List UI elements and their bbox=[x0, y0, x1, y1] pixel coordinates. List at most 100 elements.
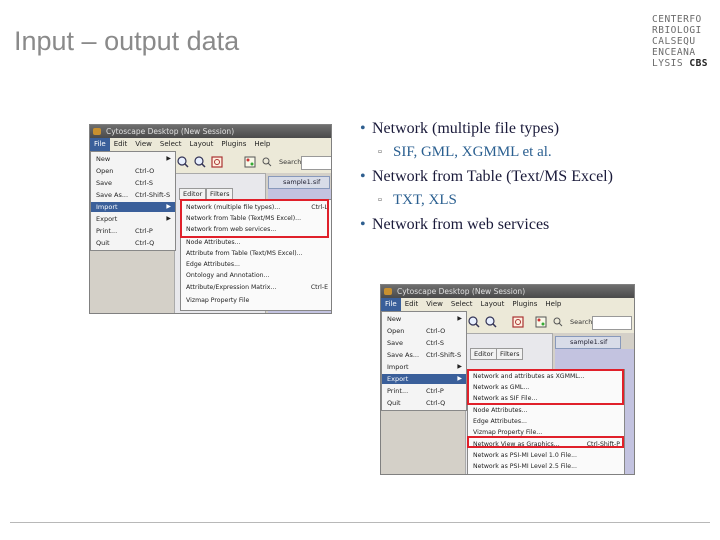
tab-editor[interactable]: Editor bbox=[470, 348, 498, 360]
submenu-item[interactable]: Vizmap Property File bbox=[181, 296, 331, 305]
network-doc-tab[interactable]: sample1.sif bbox=[268, 176, 330, 189]
menu-item-export[interactable]: Export ▶ bbox=[91, 214, 175, 224]
menu-item-save-as[interactable]: Save As... Ctrl-Shift-S bbox=[91, 190, 175, 200]
submenu-item-shortcut: Ctrl-Shift-P bbox=[586, 441, 620, 448]
menu-edit[interactable]: Edit bbox=[110, 138, 132, 151]
search-input[interactable] bbox=[592, 316, 632, 330]
menu-item-quit[interactable]: Quit Ctrl-Q bbox=[91, 238, 175, 248]
menu-help[interactable]: Help bbox=[250, 138, 274, 151]
search-icon[interactable] bbox=[261, 156, 273, 168]
menu-item-print[interactable]: Print... Ctrl-P bbox=[382, 386, 466, 396]
submenu-item[interactable]: Network View as Graphics... Ctrl-Shift-P bbox=[468, 440, 624, 449]
submenu-item[interactable]: Edge Attributes... bbox=[468, 417, 624, 426]
menu-select[interactable]: Select bbox=[156, 138, 186, 151]
menu-item-shortcut: Ctrl-P bbox=[426, 387, 444, 395]
submenu-item[interactable]: Network (multiple file types)... Ctrl-L bbox=[181, 203, 331, 212]
submenu-item[interactable]: Network from web services... bbox=[181, 225, 331, 234]
menu-item-shortcut: Ctrl-Shift-S bbox=[135, 191, 171, 199]
submenu-item[interactable]: Attribute from Table (Text/MS Excel)... bbox=[181, 249, 331, 258]
menu-item-label: New bbox=[387, 315, 402, 323]
submenu-item[interactable]: Edge Attributes... bbox=[181, 260, 331, 269]
menu-item-export[interactable]: Export ▶ bbox=[382, 374, 466, 384]
menu-view[interactable]: View bbox=[422, 298, 447, 311]
submenu-item[interactable]: Node Attributes... bbox=[468, 406, 624, 415]
menu-item-open[interactable]: Open Ctrl-O bbox=[91, 166, 175, 176]
submenu-item-label: Network as GML... bbox=[473, 384, 530, 391]
menu-view[interactable]: View bbox=[131, 138, 156, 151]
menu-item-new[interactable]: New ▶ bbox=[91, 154, 175, 164]
zoom-fit-icon[interactable] bbox=[211, 156, 223, 168]
search-icon[interactable] bbox=[552, 316, 564, 328]
menu-item-save[interactable]: Save Ctrl-S bbox=[382, 338, 466, 348]
zoom-out-icon[interactable] bbox=[194, 156, 206, 168]
window-title: Cytoscape Desktop (New Session) bbox=[397, 287, 526, 296]
sub-bullet-item: TXT, XLS bbox=[378, 192, 457, 209]
menu-item-save-as[interactable]: Save As... Ctrl-Shift-S bbox=[382, 350, 466, 360]
network-doc-tab[interactable]: sample1.sif bbox=[555, 336, 621, 349]
menu-item-label: Open bbox=[387, 327, 405, 335]
submenu-item-label: Network (multiple file types)... bbox=[186, 204, 281, 211]
app-icon bbox=[93, 128, 101, 135]
menu-item-import[interactable]: Import ▶ bbox=[91, 202, 175, 212]
chevron-right-icon: ▶ bbox=[166, 203, 171, 210]
window-title: Cytoscape Desktop (New Session) bbox=[106, 127, 235, 136]
menu-item-label: Export bbox=[387, 375, 409, 383]
submenu-item[interactable]: Network from Table (Text/MS Excel)... bbox=[181, 214, 331, 223]
submenu-item[interactable]: Network as PSI-MI Level 1.0 File... bbox=[468, 451, 624, 460]
menu-item-quit[interactable]: Quit Ctrl-Q bbox=[382, 398, 466, 408]
menu-item-label: Quit bbox=[96, 239, 110, 247]
menu-plugins[interactable]: Plugins bbox=[217, 138, 250, 151]
submenu-item-label: Network as PSI-MI Level 2.5 File... bbox=[473, 463, 577, 470]
file-menu: New ▶ Open Ctrl-O Save Ctrl-S Save As... Ctr… bbox=[90, 151, 176, 251]
submenu-item-label: Network View as Graphics... bbox=[473, 441, 560, 448]
zoom-out-icon[interactable] bbox=[485, 316, 497, 328]
menu-item-save[interactable]: Save Ctrl-S bbox=[91, 178, 175, 188]
menu-item-shortcut: Ctrl-S bbox=[135, 179, 154, 187]
submenu-item-label: Network from Table (Text/MS Excel)... bbox=[186, 215, 302, 222]
menu-plugins[interactable]: Plugins bbox=[508, 298, 541, 311]
menu-layout[interactable]: Layout bbox=[186, 138, 218, 151]
submenu-item[interactable]: Ontology and Annotation... bbox=[181, 271, 331, 280]
search-input[interactable] bbox=[301, 156, 331, 170]
network-icon[interactable] bbox=[244, 156, 256, 168]
menu-item-shortcut: Ctrl-O bbox=[135, 167, 155, 175]
menubar: File Edit View Select Layout Plugins Help bbox=[90, 138, 331, 151]
menu-item-import[interactable]: Import ▶ bbox=[382, 362, 466, 372]
tab-filters[interactable]: Filters bbox=[496, 348, 524, 360]
submenu-item[interactable]: Network and attributes as XGMML... bbox=[468, 372, 624, 381]
submenu-item[interactable]: Attribute/Expression Matrix... Ctrl-E bbox=[181, 283, 331, 292]
submenu-item[interactable]: Network as SIF File... bbox=[468, 394, 624, 403]
submenu-item[interactable]: Network as PSI-MI Level 2.5 File... bbox=[468, 462, 624, 471]
menu-item-new[interactable]: New ▶ bbox=[382, 314, 466, 324]
network-icon[interactable] bbox=[535, 316, 547, 328]
menu-item-label: New bbox=[96, 155, 111, 163]
menu-help[interactable]: Help bbox=[541, 298, 565, 311]
chevron-right-icon: ▶ bbox=[166, 155, 171, 162]
submenu-item-label: Network as PSI-MI Level 1.0 File... bbox=[473, 452, 577, 459]
menu-edit[interactable]: Edit bbox=[401, 298, 423, 311]
submenu-item-label: Network as SIF File... bbox=[473, 395, 538, 402]
zoom-fit-icon[interactable] bbox=[512, 316, 524, 328]
menu-layout[interactable]: Layout bbox=[477, 298, 509, 311]
menu-file[interactable]: File bbox=[90, 138, 110, 151]
submenu-item-shortcut: Ctrl-E bbox=[310, 284, 328, 291]
menu-item-shortcut: Ctrl-Q bbox=[135, 239, 155, 247]
zoom-in-icon[interactable] bbox=[177, 156, 189, 168]
submenu-item-label: Network from web services... bbox=[186, 226, 277, 233]
menu-item-label: Import bbox=[96, 203, 118, 211]
submenu-item[interactable]: Network as GML... bbox=[468, 383, 624, 392]
submenu-item-label: Network and attributes as XGMML... bbox=[473, 373, 585, 380]
menu-item-open[interactable]: Open Ctrl-O bbox=[382, 326, 466, 336]
menu-item-shortcut: Ctrl-S bbox=[426, 339, 445, 347]
menu-item-label: Save As... bbox=[96, 191, 129, 199]
submenu-item-label: Edge Attributes... bbox=[186, 261, 240, 268]
menu-file[interactable]: File bbox=[381, 298, 401, 311]
zoom-in-icon[interactable] bbox=[468, 316, 480, 328]
submenu-item[interactable]: Vizmap Property File... bbox=[468, 428, 624, 437]
sub-bullet-item: SIF, GML, XGMML et al. bbox=[378, 144, 552, 161]
menu-item-shortcut: Ctrl-O bbox=[426, 327, 446, 335]
submenu-item[interactable]: Node Attributes... bbox=[181, 238, 331, 247]
menu-item-label: Save bbox=[96, 179, 112, 187]
menu-item-print[interactable]: Print... Ctrl-P bbox=[91, 226, 175, 236]
menu-select[interactable]: Select bbox=[447, 298, 477, 311]
